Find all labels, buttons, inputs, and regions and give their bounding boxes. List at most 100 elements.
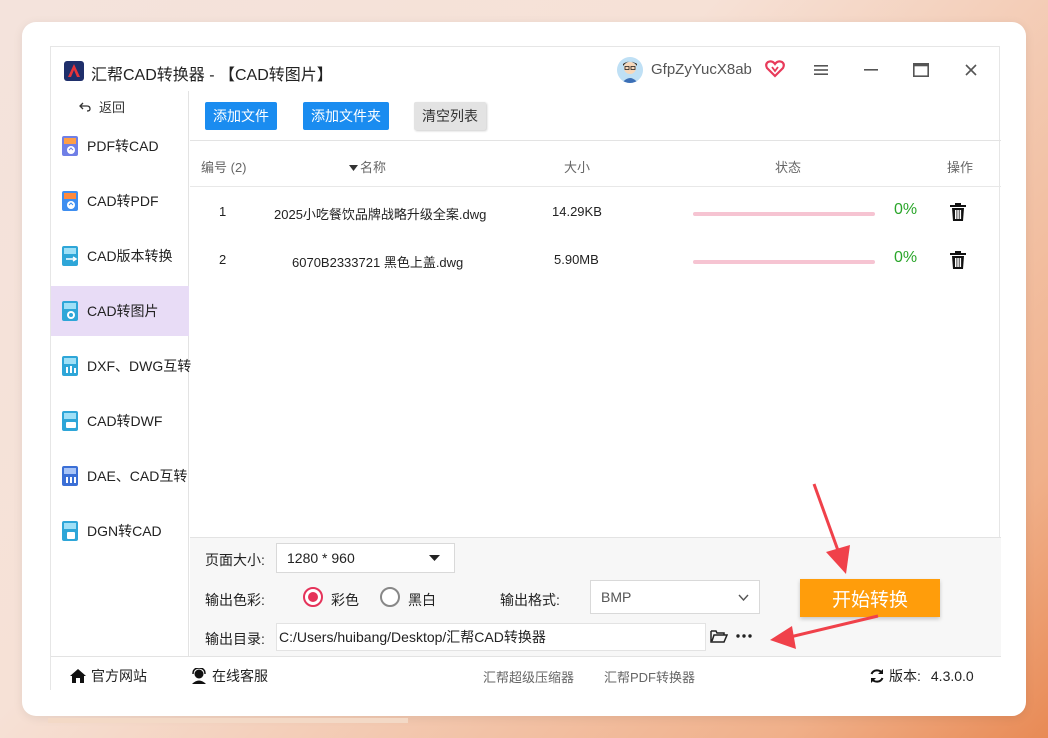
sidebar-item-cad-to-image[interactable]: CAD转图片 <box>51 286 189 336</box>
dgn-to-cad-icon <box>62 521 78 541</box>
app-window: 汇帮CAD转换器 - 【CAD转图片】 GfpZyYucX8ab 返回 PDF转… <box>50 46 1001 691</box>
dae-cad-icon <box>62 466 78 486</box>
format-value: BMP <box>601 589 632 605</box>
row-percent: 0% <box>894 249 918 266</box>
more-icon[interactable] <box>736 634 752 638</box>
sidebar-item-cad-to-dwf[interactable]: CAD转DWF <box>51 396 189 446</box>
table-header: 编号 (2) 名称 大小 状态 操作 <box>190 142 1001 187</box>
vip-heart-icon[interactable] <box>765 59 785 79</box>
color-label: 输出色彩: <box>205 592 265 608</box>
row-progress-bar <box>693 212 875 216</box>
bw-option-label[interactable]: 黑白 <box>408 590 436 610</box>
row-file-name: 6070B2333721 黑色上盖.dwg <box>292 255 464 270</box>
row-progress-bar <box>693 260 875 264</box>
sidebar: 返回 PDF转CAD CAD转PDF CAD版本转换 CAD转图片 DXF、DW… <box>51 91 192 656</box>
sidebar-item-dae-cad[interactable]: DAE、CAD互转 <box>51 451 189 501</box>
trash-icon[interactable] <box>948 250 968 270</box>
support-agent-icon <box>192 668 206 684</box>
close-icon[interactable] <box>959 59 983 81</box>
dir-label: 输出目录: <box>205 631 265 647</box>
column-number[interactable]: 编号 (2) <box>201 157 247 176</box>
version-label: 版本: <box>889 668 921 684</box>
add-folder-button[interactable]: 添加文件夹 <box>303 102 389 130</box>
settings-panel: 页面大小: 1280 * 960 输出色彩: 彩色 黑白 输出格式: BMP 开… <box>190 538 1001 656</box>
sidebar-item-label: DGN转CAD <box>87 523 162 539</box>
folder-open-icon[interactable] <box>710 628 728 644</box>
sidebar-item-dxf-dwg[interactable]: DXF、DWG互转 <box>51 341 192 391</box>
chevron-down-icon <box>738 594 749 601</box>
color-option-label[interactable]: 彩色 <box>331 590 359 610</box>
column-action: 操作 <box>947 160 974 175</box>
app-logo <box>64 61 84 81</box>
clear-list-button[interactable]: 清空列表 <box>414 102 486 130</box>
sidebar-item-label: PDF转CAD <box>87 138 159 154</box>
pdf-to-cad-icon <box>62 136 78 156</box>
sidebar-item-cad-to-pdf[interactable]: CAD转PDF <box>51 176 189 226</box>
output-dir-input[interactable]: C:/Users/huibang/Desktop/汇帮CAD转换器 <box>276 623 706 651</box>
cad-to-pdf-icon <box>62 191 78 211</box>
dxf-dwg-icon <box>62 356 78 376</box>
table-row[interactable]: 1 2025小吃餐饮品牌战略升级全案.dwg 14.29KB 0% <box>190 188 1001 236</box>
page-size-select[interactable]: 1280 * 960 <box>276 543 455 573</box>
row-number: 2 <box>219 252 227 267</box>
sidebar-item-label: CAD转图片 <box>87 303 159 319</box>
version-info[interactable]: 版本: 4.3.0.0 <box>869 666 974 686</box>
column-name[interactable]: 名称 <box>349 157 386 176</box>
sidebar-item-label: DXF、DWG互转 <box>87 358 192 374</box>
sort-down-icon <box>349 165 358 171</box>
column-size[interactable]: 大小 <box>564 157 590 176</box>
page-size-value: 1280 * 960 <box>287 550 355 566</box>
back-button[interactable]: 返回 <box>79 97 125 116</box>
official-website-label: 官方网站 <box>91 668 147 684</box>
version-value: 4.3.0.0 <box>930 668 974 684</box>
column-name-label: 名称 <box>360 160 387 175</box>
sidebar-item-label: CAD转DWF <box>87 413 163 429</box>
cad-to-image-icon <box>62 301 78 321</box>
table-row[interactable]: 2 6070B2333721 黑色上盖.dwg 5.90MB 0% <box>190 236 1001 284</box>
menu-icon[interactable] <box>809 59 833 81</box>
username[interactable]: GfpZyYucX8ab <box>651 61 752 78</box>
sidebar-item-pdf-to-cad[interactable]: PDF转CAD <box>51 121 189 171</box>
row-file-size: 14.29KB <box>552 204 602 219</box>
sidebar-item-label: CAD版本转换 <box>87 248 173 264</box>
cad-version-icon <box>62 246 78 266</box>
avatar[interactable] <box>617 57 643 83</box>
refresh-icon <box>870 669 884 683</box>
footer: 官方网站 在线客服 汇帮超级压缩器 汇帮PDF转换器 版本: 4.3.0.0 <box>51 656 1001 691</box>
start-convert-button[interactable]: 开始转换 <box>800 579 940 617</box>
format-select[interactable]: BMP <box>590 580 760 614</box>
toolbar: 添加文件 添加文件夹 清空列表 <box>190 91 1001 141</box>
compressor-link[interactable]: 汇帮超级压缩器 <box>483 667 574 686</box>
online-support-label: 在线客服 <box>212 668 268 684</box>
add-file-button[interactable]: 添加文件 <box>205 102 277 130</box>
trash-icon[interactable] <box>948 202 968 222</box>
row-file-name: 2025小吃餐饮品牌战略升级全案.dwg <box>274 207 487 222</box>
cad-to-dwf-icon <box>62 411 78 431</box>
color-radio-bw[interactable] <box>380 587 400 607</box>
color-radio-color[interactable] <box>303 587 323 607</box>
back-label: 返回 <box>99 100 126 115</box>
row-number: 1 <box>219 204 227 219</box>
maximize-icon[interactable] <box>909 59 933 81</box>
decorative-strip <box>48 718 408 723</box>
output-dir-value: C:/Users/huibang/Desktop/汇帮CAD转换器 <box>279 629 546 645</box>
online-support-link[interactable]: 在线客服 <box>190 666 268 686</box>
dropdown-caret-icon <box>429 555 440 561</box>
minimize-icon[interactable] <box>859 59 883 81</box>
column-status: 状态 <box>775 160 802 175</box>
sidebar-item-label: CAD转PDF <box>87 193 159 209</box>
row-file-size: 5.90MB <box>554 252 599 267</box>
page-size-label: 页面大小: <box>205 552 265 568</box>
official-website-link[interactable]: 官方网站 <box>69 666 147 686</box>
title-bar: 汇帮CAD转换器 - 【CAD转图片】 GfpZyYucX8ab <box>51 47 1001 91</box>
avatar-icon <box>617 57 643 83</box>
pdf-converter-link[interactable]: 汇帮PDF转换器 <box>604 667 695 686</box>
sidebar-item-cad-version[interactable]: CAD版本转换 <box>51 231 189 281</box>
row-percent: 0% <box>894 201 918 218</box>
sidebar-item-label: DAE、CAD互转 <box>87 468 188 484</box>
window-title: 汇帮CAD转换器 - 【CAD转图片】 <box>91 67 333 84</box>
sidebar-item-dgn-to-cad[interactable]: DGN转CAD <box>51 506 189 556</box>
back-arrow-icon <box>79 102 91 112</box>
home-icon <box>70 669 86 683</box>
format-label: 输出格式: <box>500 592 560 608</box>
